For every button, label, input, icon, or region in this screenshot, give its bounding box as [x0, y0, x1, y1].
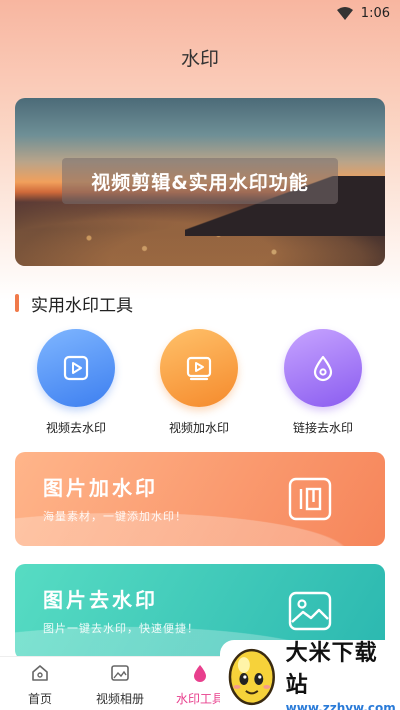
wifi-icon: [336, 6, 353, 20]
status-bar: 1:06: [0, 0, 400, 26]
egg-mascot-icon: [228, 648, 275, 706]
play-icon: [63, 355, 89, 381]
image-add-watermark-card[interactable]: 图片加水印 海量素材，一键添加水印！: [15, 452, 385, 546]
card-subtitle: 海量素材，一键添加水印！: [43, 510, 187, 523]
watermark-site-name: 大米下载站: [285, 641, 378, 698]
tab-label: 视频相册: [95, 692, 144, 706]
card-title: 图片加水印: [43, 476, 158, 500]
status-time: 1:06: [360, 5, 390, 21]
tool-video-remove-watermark[interactable]: 视频去水印: [21, 329, 131, 436]
home-icon: [32, 665, 48, 681]
card-subtitle: 图片一键去水印，快速便捷！: [43, 622, 199, 635]
section-accent-bar: [15, 294, 19, 312]
tool-icon-circle: [37, 329, 115, 407]
banner-caption: 视频剪辑&实用水印功能: [62, 158, 338, 204]
photo-album-icon: [111, 665, 129, 681]
tool-label: 链接去水印: [292, 421, 353, 435]
stamp-icon: [288, 477, 332, 521]
watermark-tool-icon: [194, 665, 206, 682]
tool-label: 视频去水印: [45, 421, 106, 435]
drop-icon: [313, 355, 333, 382]
watermark-text: 大米下载站 www.zzhyw.com: [286, 635, 400, 710]
image-icon: [288, 591, 332, 631]
page-title: 水印: [180, 48, 219, 70]
video-frame-icon: [186, 356, 212, 381]
section-header: 实用水印工具: [15, 292, 133, 316]
tool-icon-circle: [284, 329, 362, 407]
tab-home[interactable]: 首页: [0, 663, 80, 707]
section-title: 实用水印工具: [31, 295, 133, 316]
tab-label: 首页: [27, 692, 52, 706]
tool-video-add-watermark[interactable]: 视频加水印: [144, 329, 254, 436]
site-watermark-overlay: 大米下载站 www.zzhyw.com: [220, 640, 400, 710]
tool-icon-circle: [160, 329, 238, 407]
tool-link-remove-watermark[interactable]: 链接去水印: [268, 329, 378, 436]
card-title: 图片去水印: [43, 588, 158, 612]
watermark-site-url: www.zzhyw.com: [285, 701, 396, 710]
tab-photo-album[interactable]: 视频相册: [80, 663, 160, 707]
tool-grid: 视频去水印 视频加水印 链接去水印: [0, 329, 400, 439]
tool-label: 视频加水印: [168, 421, 229, 435]
